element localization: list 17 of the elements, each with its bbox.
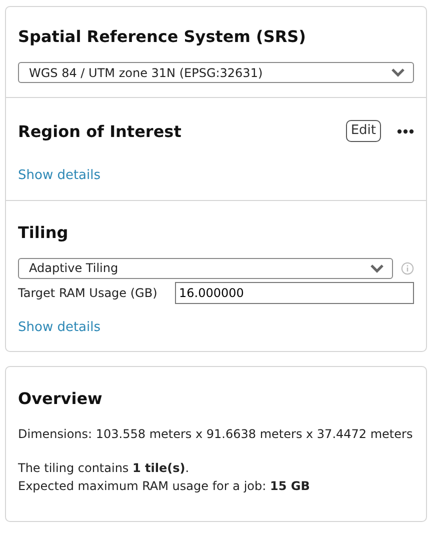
section-title: Spatial Reference System (SRS) <box>18 27 307 46</box>
section-title: Tiling <box>18 222 70 242</box>
show-details-link[interactable]: Show details <box>18 168 101 184</box>
more-icon[interactable] <box>397 128 414 134</box>
chevron-down-icon <box>391 68 405 78</box>
overview-text: Dimensions: 103.558 meters x 91.6638 meters x 37.4472 meters <box>18 426 414 443</box>
field-label: Target RAM Usage (GB) <box>18 284 158 302</box>
srs-select[interactable]: WGS 84 / UTM zone 31N (EPSG:32631) <box>18 62 414 84</box>
overview-text: The tiling contains 1 tile(s). <box>18 460 190 477</box>
chevron-down-icon <box>370 264 384 273</box>
tiling-select[interactable]: Adaptive Tiling <box>18 258 393 279</box>
show-details-link[interactable]: Show details <box>18 320 101 335</box>
edit-button[interactable]: Edit <box>346 120 381 142</box>
ram-input-field[interactable]: 16.000000 <box>175 282 414 304</box>
section-title: Region of Interest <box>18 122 182 141</box>
section-title: Overview <box>18 389 104 409</box>
overview-text: Expected maximum RAM usage for a job: 15 GB <box>18 478 311 495</box>
